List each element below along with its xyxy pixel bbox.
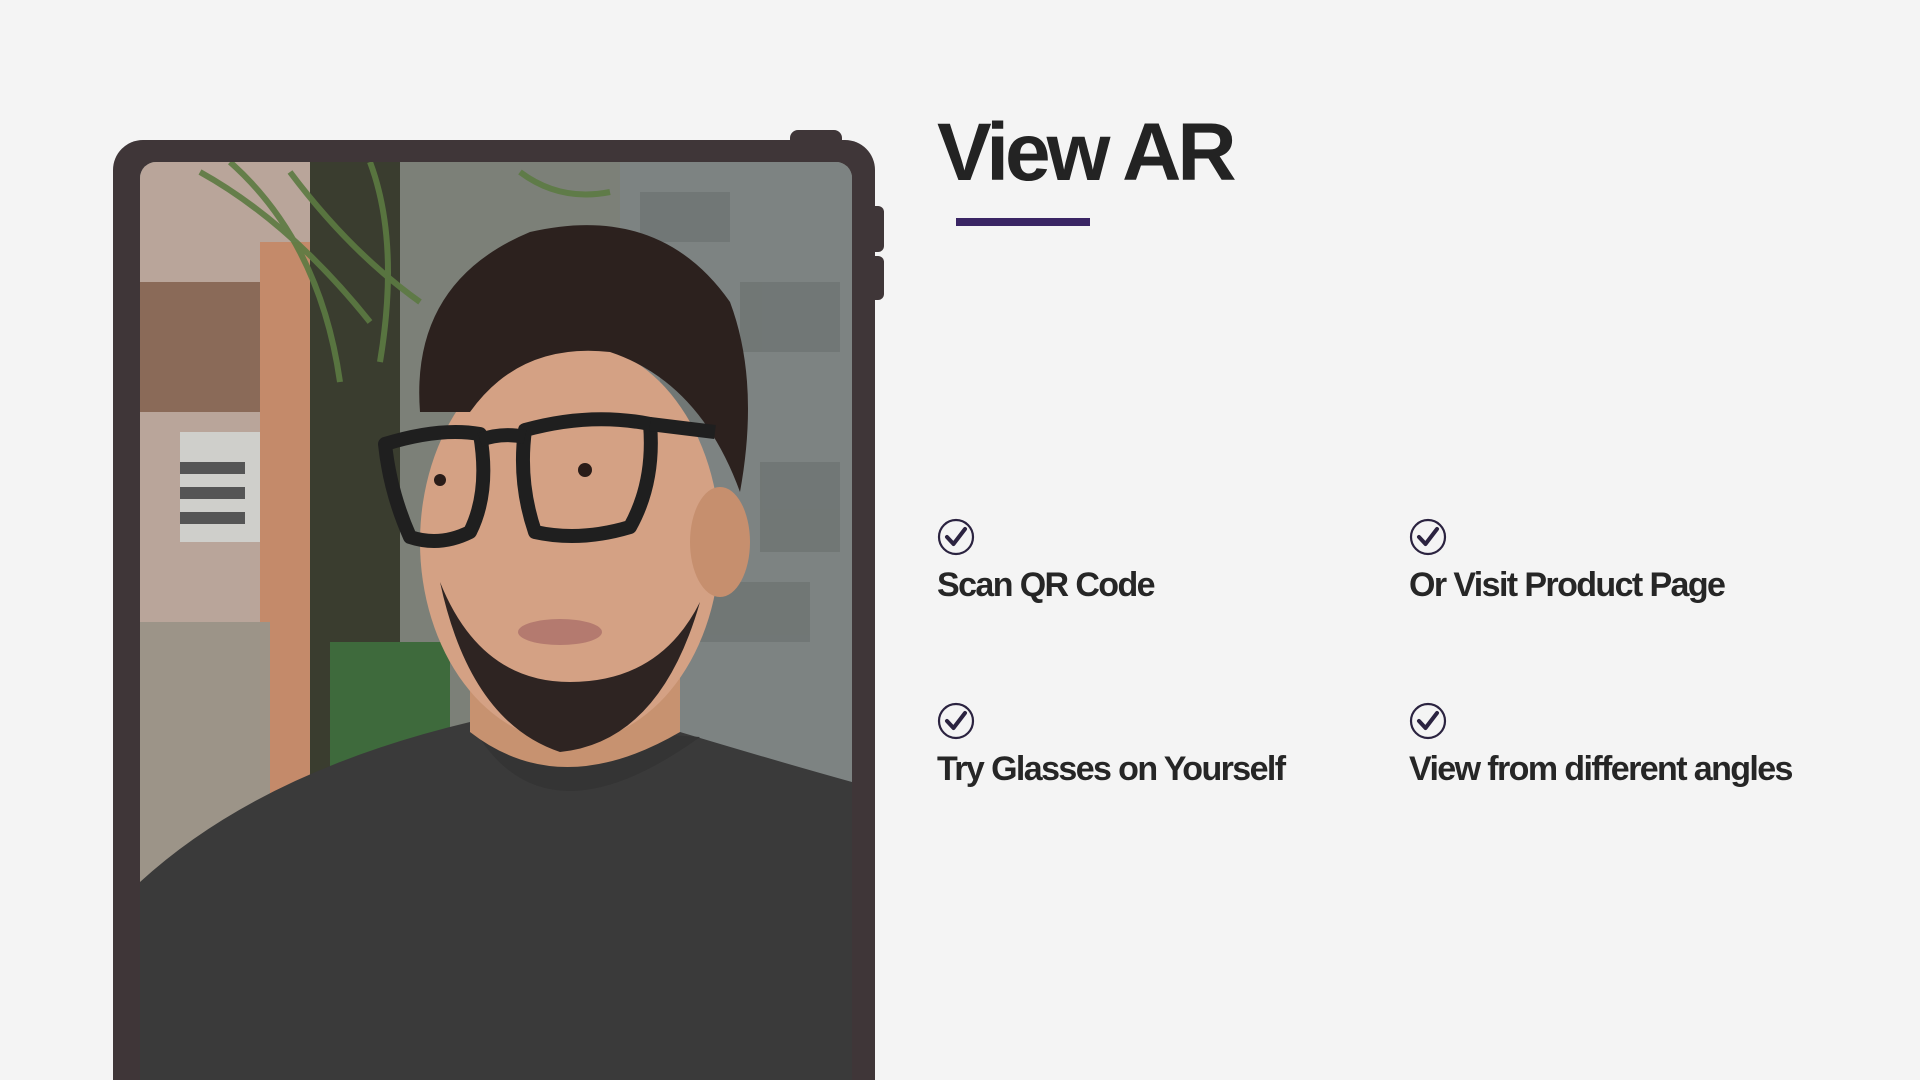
feature-label: Or Visit Product Page [1409,566,1726,604]
title-underline [956,218,1090,226]
feature-item-view-angles: View from different angles [1409,702,1849,789]
check-circle-icon [1409,702,1447,740]
feature-label: Scan QR Code [937,566,1156,604]
check-circle-icon [1409,518,1447,556]
page-title: View AR [937,107,1237,198]
ar-try-on-photo [140,162,852,1080]
feature-item-visit-product-page: Or Visit Product Page [1409,518,1849,605]
feature-item-scan-qr: Scan QR Code [937,518,1377,605]
check-circle-icon [937,518,975,556]
ar-preview-screen [140,162,852,1080]
feature-label: View from different angles [1409,750,1793,788]
feature-label: Try Glasses on Yourself [937,750,1286,788]
feature-item-try-glasses: Try Glasses on Yourself [937,702,1377,789]
check-circle-icon [937,702,975,740]
